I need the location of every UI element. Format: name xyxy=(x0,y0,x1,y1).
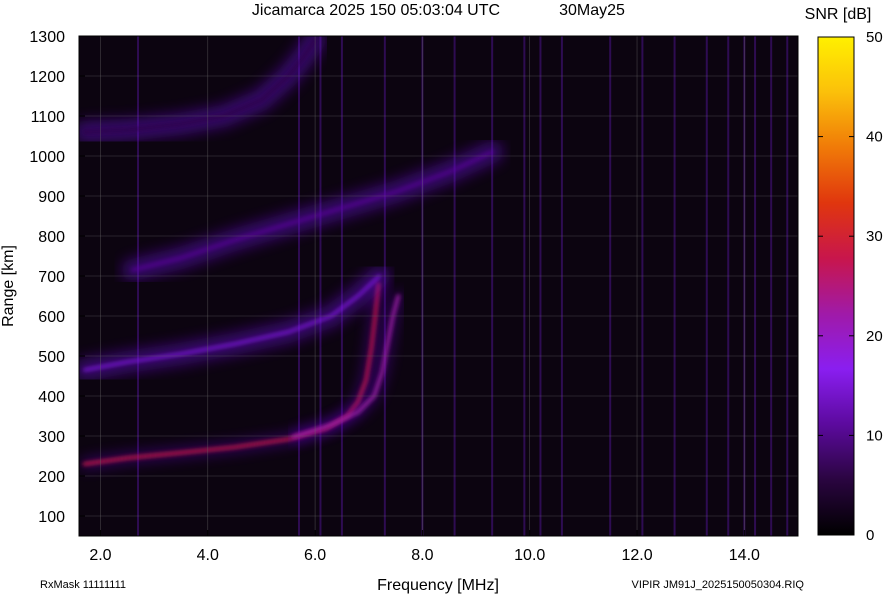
x-tick-label: 2.0 xyxy=(89,547,111,564)
colorbar xyxy=(817,36,855,536)
x-tick-label: 12.0 xyxy=(621,547,652,564)
y-tick-label: 900 xyxy=(38,189,65,206)
y-tick-label: 400 xyxy=(38,389,65,406)
x-axis-label: Frequency [MHz] xyxy=(377,577,499,594)
colorbar-tick-label: 40 xyxy=(866,129,883,146)
y-tick-label: 1000 xyxy=(29,149,65,166)
y-tick-label: 700 xyxy=(38,269,65,286)
y-tick-label: 1300 xyxy=(29,29,65,46)
y-tick-label: 500 xyxy=(38,349,65,366)
file-label: VIPIR JM91J_2025150050304.RIQ xyxy=(632,579,805,591)
x-tick-label: 14.0 xyxy=(729,547,760,564)
colorbar-tick-label: 50 xyxy=(866,29,883,46)
chart-title: Jicamarca 2025 150 05:03:04 UTC xyxy=(252,2,500,19)
chart-date: 30May25 xyxy=(559,2,625,19)
x-tick-label: 6.0 xyxy=(304,547,326,564)
rxmask-label: RxMask 11111111 xyxy=(40,579,126,591)
y-axis-label: Range [km] xyxy=(0,245,17,327)
colorbar-tick-label: 10 xyxy=(866,427,883,444)
colorbar-tick-label: 20 xyxy=(866,328,883,345)
plot-background xyxy=(79,36,798,536)
colorbar-tick-label: 0 xyxy=(866,527,874,544)
y-tick-label: 600 xyxy=(38,309,65,326)
y-axis: 100 200 300 400 500 600 700 800 900 1000 1100 1200 1… xyxy=(29,29,85,526)
y-tick-label: 200 xyxy=(38,469,65,486)
x-tick-label: 10.0 xyxy=(514,547,545,564)
y-tick-label: 300 xyxy=(38,429,65,446)
x-tick-label: 4.0 xyxy=(197,547,219,564)
x-tick-label: 8.0 xyxy=(411,547,433,564)
colorbar-tick-label: 30 xyxy=(866,228,883,245)
colorbar-label: SNR [dB] xyxy=(805,6,872,23)
y-tick-label: 800 xyxy=(38,229,65,246)
y-tick-label: 1100 xyxy=(31,109,66,126)
ionogram-chart: Jicamarca 2025 150 05:03:04 UTC 30May25 … xyxy=(0,2,883,594)
y-tick-label: 100 xyxy=(38,509,65,526)
y-tick-label: 1200 xyxy=(29,69,65,86)
